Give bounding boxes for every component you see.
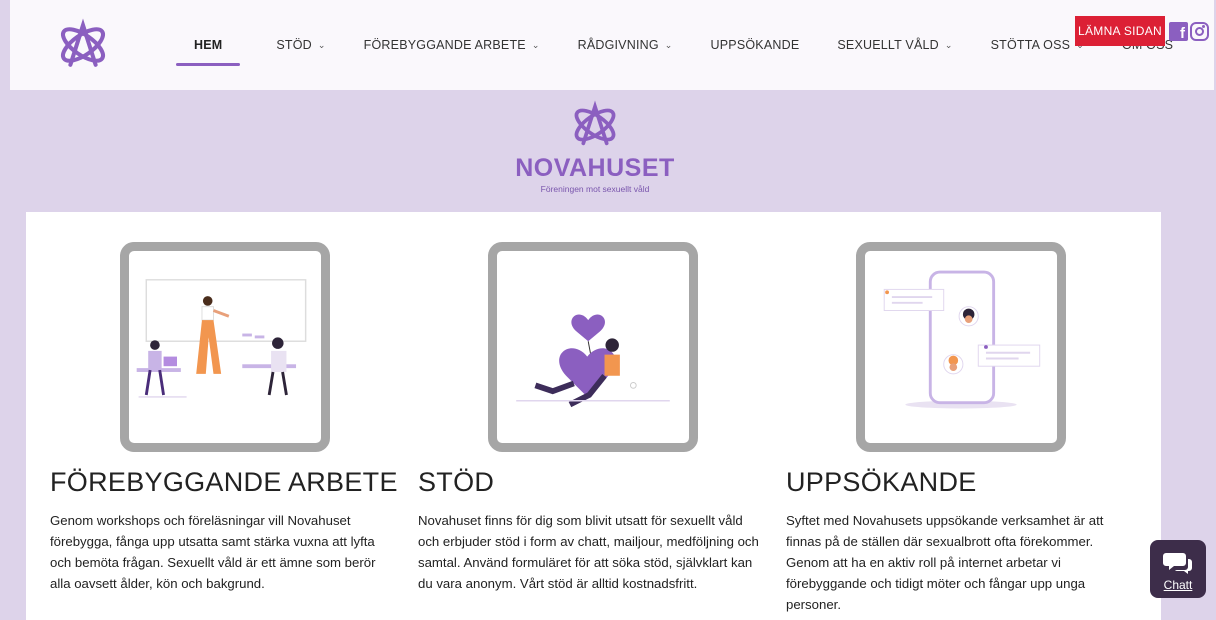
chevron-down-icon: ⌄ <box>664 39 673 50</box>
nav-item-radgivning[interactable]: RÅDGIVNING ⌄ <box>578 38 673 52</box>
nav-item-stod[interactable]: STÖD ⌄ <box>276 38 325 52</box>
chevron-down-icon: ⌄ <box>317 39 326 50</box>
nav-item-label: STÖTTA OSS <box>990 38 1071 52</box>
section-title: STÖD <box>418 467 495 497</box>
section-title: UPPSÖKANDE <box>786 467 977 497</box>
section-text: Novahuset finns för dig som blivit utsat… <box>418 513 759 591</box>
nav-item-hem[interactable]: HEM <box>175 38 241 66</box>
nav-item-forebyggande-arbete[interactable]: FÖREBYGGANDE ARBETE ⌄ <box>364 38 540 52</box>
section-text: Syftet med Novahusets uppsökande verksam… <box>786 513 1104 612</box>
nav-item-label: FÖREBYGGANDE ARBETE <box>363 38 526 52</box>
novahuset-logo-icon[interactable] <box>56 18 110 72</box>
chevron-down-icon: ⌄ <box>944 39 953 50</box>
section-forebyggande: FÖREBYGGANDE ARBETE Genom workshops och … <box>50 212 400 594</box>
nav-item-label: UPPSÖKANDE <box>710 38 800 52</box>
section-uppsokande: UPPSÖKANDE Syftet med Novahusets uppsöka… <box>786 212 1136 615</box>
chat-bubbles-icon <box>1163 553 1192 574</box>
instagram-icon[interactable] <box>1190 22 1209 41</box>
main-nav: HEM STÖD ⌄ FÖREBYGGANDE ARBETE ⌄ RÅDGIVN… <box>175 0 1211 90</box>
brand-tagline: Föreningen mot sexuellt våld <box>540 184 650 194</box>
nav-item-stotta-oss[interactable]: STÖTTA OSS ⌄ <box>991 38 1084 52</box>
brand-name: NOVAHUSET <box>515 154 675 182</box>
section-text: Genom workshops och föreläsningar vill N… <box>50 513 376 591</box>
phone-chat-illustration-icon <box>883 270 1041 409</box>
nav-item-sexuellt-vald[interactable]: SEXUELLT VÅLD ⌄ <box>837 38 952 52</box>
chat-button[interactable]: Chatt <box>1150 540 1206 598</box>
section-image[interactable] <box>120 242 330 452</box>
facebook-icon[interactable]: f <box>1169 22 1188 41</box>
chevron-down-icon: ⌄ <box>531 39 540 50</box>
chat-label: Chatt <box>1163 578 1193 592</box>
section-stod: STÖD Novahuset finns för dig som blivit … <box>418 212 768 594</box>
section-image[interactable] <box>488 242 698 452</box>
section-title: FÖREBYGGANDE ARBETE <box>50 467 398 497</box>
nav-item-uppsokande[interactable]: UPPSÖKANDE <box>711 38 800 52</box>
nav-item-label: HEM <box>194 38 223 52</box>
section-image[interactable] <box>856 242 1066 452</box>
nav-item-label: RÅDGIVNING <box>577 38 659 52</box>
novahuset-logo-icon <box>574 100 616 146</box>
top-navigation-bar: HEM STÖD ⌄ FÖREBYGGANDE ARBETE ⌄ RÅDGIVN… <box>10 0 1214 90</box>
nav-item-label: STÖD <box>276 38 312 52</box>
brand-block: NOVAHUSET Föreningen mot sexuellt våld <box>490 100 700 194</box>
classroom-illustration-icon <box>136 279 307 398</box>
nav-item-label: SEXUELLT VÅLD <box>837 38 939 52</box>
main-content: FÖREBYGGANDE ARBETE Genom workshops och … <box>26 212 1161 620</box>
leave-site-button[interactable]: LÄMNA SIDAN <box>1075 16 1165 46</box>
heart-support-illustration-icon <box>516 314 670 408</box>
